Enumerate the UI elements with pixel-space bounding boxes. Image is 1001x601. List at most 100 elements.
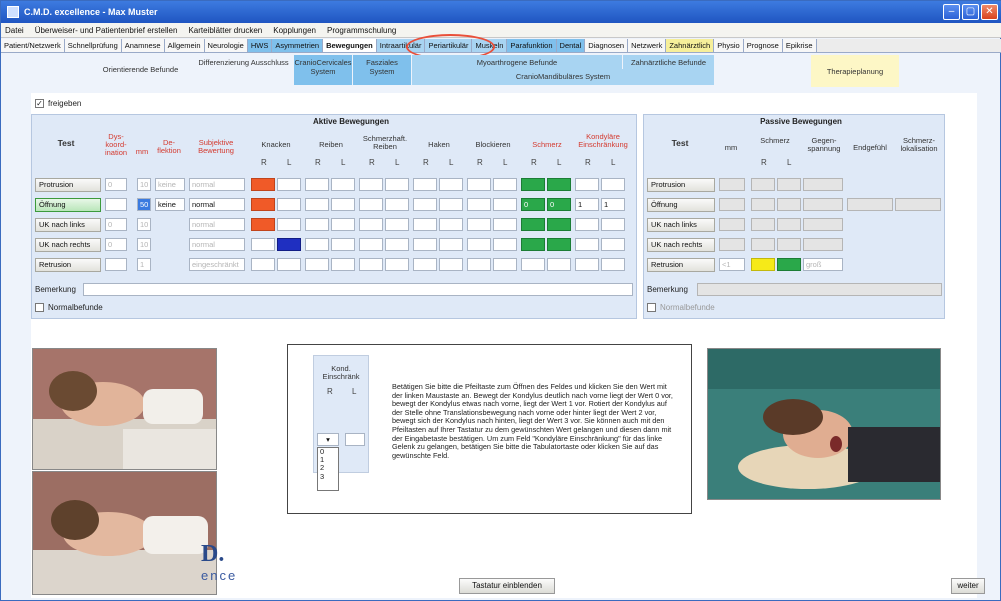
- active-cell[interactable]: [467, 218, 491, 231]
- active-cell[interactable]: [413, 198, 437, 211]
- tab-zahnaerztliche[interactable]: Zahnärztliche Befunde: [623, 55, 714, 71]
- active-cell[interactable]: [305, 198, 329, 211]
- passive-schmerz-r[interactable]: [751, 198, 775, 211]
- tab-7[interactable]: Bewegungen: [323, 39, 377, 52]
- tab-craniomandibulaeres[interactable]: CranioMandibuläres System: [412, 69, 714, 85]
- passive-schmerz-r[interactable]: [751, 218, 775, 231]
- active-cell[interactable]: [359, 178, 383, 191]
- active-normalbefunde[interactable]: Normalbefunde: [35, 303, 103, 312]
- active-cell[interactable]: [305, 238, 329, 251]
- mm-field[interactable]: 50: [137, 198, 151, 211]
- active-cell[interactable]: [413, 178, 437, 191]
- active-cell[interactable]: [385, 198, 409, 211]
- passive-mm-field[interactable]: [719, 238, 745, 251]
- active-cell[interactable]: [413, 218, 437, 231]
- tab-3[interactable]: Allgemein: [164, 39, 205, 52]
- passive-gegenspannung[interactable]: [803, 198, 843, 211]
- passive-mm-field[interactable]: [719, 178, 745, 191]
- active-cell[interactable]: [385, 238, 409, 251]
- freigeben-checkbox[interactable]: ✓ freigeben: [35, 99, 81, 108]
- minimize-icon[interactable]: –: [943, 4, 960, 20]
- row-button-1[interactable]: Öffnung: [35, 198, 101, 212]
- kond-dropdown-list[interactable]: 0 1 2 3: [317, 447, 339, 491]
- kond-dropdown-arrow[interactable]: ▾: [317, 433, 339, 446]
- kond-field-l[interactable]: [601, 178, 625, 191]
- kond-field-r[interactable]: [575, 218, 599, 231]
- active-cell[interactable]: [493, 238, 517, 251]
- passive-normalbefunde[interactable]: Normalbefunde: [647, 303, 715, 312]
- row-button-3[interactable]: UK nach rechts: [35, 238, 101, 252]
- schmerz-field[interactable]: [521, 178, 545, 191]
- active-cell[interactable]: [385, 218, 409, 231]
- mm-field[interactable]: 1: [137, 258, 151, 271]
- passive-endgefuehl[interactable]: [847, 198, 893, 211]
- passive-schmerz-l[interactable]: [777, 178, 801, 191]
- schmerz-field[interactable]: [547, 218, 571, 231]
- passive-schmerz-l[interactable]: [777, 238, 801, 251]
- active-cell[interactable]: [413, 238, 437, 251]
- passive-normalbefunde-checkbox[interactable]: [647, 303, 656, 312]
- tab-2[interactable]: Anamnese: [121, 39, 165, 52]
- deflektion-field[interactable]: keine: [155, 198, 185, 211]
- kond-field-r[interactable]: [575, 258, 599, 271]
- active-normalbefunde-checkbox[interactable]: [35, 303, 44, 312]
- maximize-icon[interactable]: ▢: [962, 4, 979, 20]
- weiter-button[interactable]: weiter: [951, 578, 985, 594]
- dys-field[interactable]: [105, 258, 127, 271]
- tab-differenzierung[interactable]: Differenzierung Ausschluss: [196, 55, 291, 85]
- tab-0[interactable]: Patient/Netzwerk: [1, 39, 65, 52]
- active-cell[interactable]: [467, 198, 491, 211]
- active-cell[interactable]: [413, 258, 437, 271]
- tastatur-button[interactable]: Tastatur einblenden: [459, 578, 555, 594]
- kond-field-l[interactable]: [601, 258, 625, 271]
- tab-6[interactable]: Asymmetrien: [272, 39, 324, 52]
- menu-brief[interactable]: Überweiser- und Patientenbrief erstellen: [35, 26, 178, 35]
- passive-row-button[interactable]: Öffnung: [647, 198, 715, 212]
- row-button-2[interactable]: UK nach links: [35, 218, 101, 232]
- active-cell[interactable]: [331, 238, 355, 251]
- schmerz-field[interactable]: [547, 258, 571, 271]
- tab-17[interactable]: Prognose: [743, 39, 783, 52]
- kond-option[interactable]: 3: [320, 472, 338, 481]
- passive-schmerz-r[interactable]: [751, 178, 775, 191]
- row-button-0[interactable]: Protrusion: [35, 178, 101, 192]
- active-cell[interactable]: [331, 198, 355, 211]
- dys-field[interactable]: 0: [105, 178, 127, 191]
- schmerz-field[interactable]: [547, 178, 571, 191]
- active-cell[interactable]: [359, 238, 383, 251]
- kond-preview-field-l[interactable]: [345, 433, 365, 446]
- tab-16[interactable]: Physio: [714, 39, 744, 52]
- active-cell[interactable]: [439, 238, 463, 251]
- tab-14[interactable]: Netzwerk: [628, 39, 667, 52]
- active-cell[interactable]: [277, 178, 301, 191]
- tab-15[interactable]: Zahnärztlich: [666, 39, 715, 52]
- active-cell[interactable]: [467, 258, 491, 271]
- passive-mm-field[interactable]: [719, 198, 745, 211]
- active-cell[interactable]: [385, 178, 409, 191]
- tab-therapieplanung[interactable]: Therapieplanung: [811, 55, 899, 87]
- tab-orientierende[interactable]: Orientierende Befunde: [93, 55, 188, 85]
- active-cell[interactable]: [251, 258, 275, 271]
- bewertung-field[interactable]: normal: [189, 178, 245, 191]
- passive-row-button[interactable]: Retrusion: [647, 258, 715, 272]
- passive-mm-field[interactable]: [719, 218, 745, 231]
- schmerz-field[interactable]: [521, 218, 545, 231]
- menu-drucken[interactable]: Karteiblätter drucken: [188, 26, 262, 35]
- dys-field[interactable]: [105, 198, 127, 211]
- passive-gegenspannung[interactable]: groß: [803, 258, 843, 271]
- active-cell[interactable]: [277, 218, 301, 231]
- active-cell[interactable]: [439, 218, 463, 231]
- kond-field-l[interactable]: 1: [601, 198, 625, 211]
- active-cell[interactable]: [331, 258, 355, 271]
- kond-field-l[interactable]: [601, 238, 625, 251]
- mm-field[interactable]: 10: [137, 178, 151, 191]
- dys-field[interactable]: 0: [105, 218, 127, 231]
- active-cell[interactable]: [277, 198, 301, 211]
- freigeben-checkbox-box[interactable]: ✓: [35, 99, 44, 108]
- passive-row-button[interactable]: Protrusion: [647, 178, 715, 192]
- schmerz-field[interactable]: 0: [547, 198, 571, 211]
- passive-schmerz-l[interactable]: [777, 218, 801, 231]
- kond-field-r[interactable]: [575, 238, 599, 251]
- tab-11[interactable]: Parafunktion: [507, 39, 557, 52]
- kond-field-r[interactable]: [575, 178, 599, 191]
